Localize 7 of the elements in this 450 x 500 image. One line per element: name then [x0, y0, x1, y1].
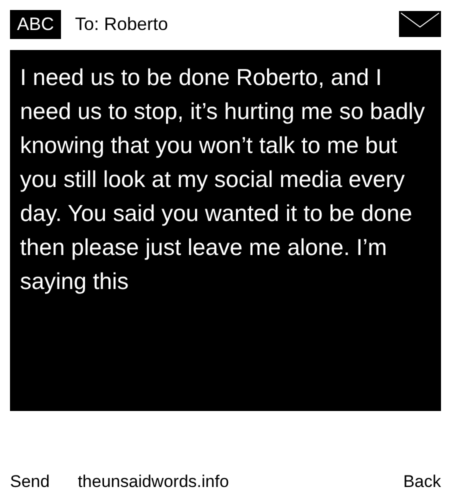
back-softkey[interactable]: Back — [403, 472, 441, 492]
message-text-area[interactable]: I need us to be done Roberto, and I need us to stop, it’s hurting me so badly knowing that you won’t talk to me but you still look at my social media every day. You said you wanted it to be done then please just leave me alone. I’m saying this — [10, 50, 441, 411]
envelope-icon — [399, 11, 441, 37]
send-softkey[interactable]: Send — [10, 472, 50, 492]
recipient-label: To: Roberto — [75, 14, 170, 34]
input-mode-indicator: ABC — [10, 10, 62, 38]
website-label: theunsaidwords.info — [78, 472, 230, 492]
